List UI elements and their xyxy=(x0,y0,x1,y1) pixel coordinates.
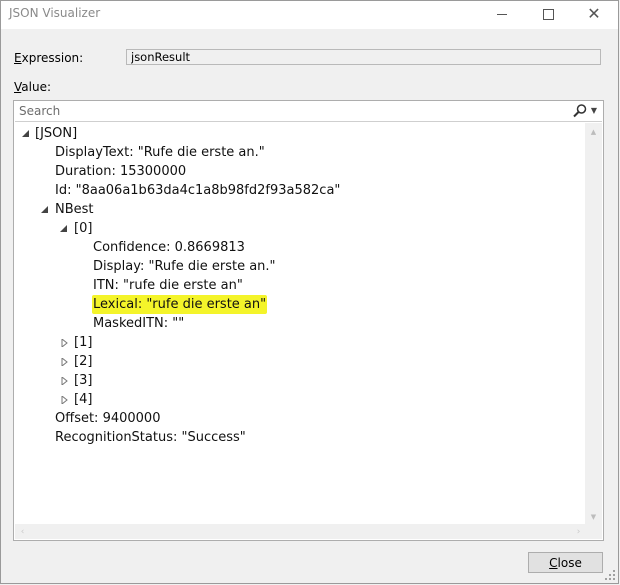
close-icon: ✕ xyxy=(587,4,601,23)
scroll-right-icon[interactable]: › xyxy=(571,524,586,539)
expression-label: Expression: xyxy=(14,51,83,65)
search-options-dropdown[interactable]: ▼ xyxy=(589,105,599,117)
expression-field[interactable] xyxy=(126,49,601,65)
resize-grip-icon[interactable] xyxy=(605,570,615,580)
close-window-button[interactable]: ✕ xyxy=(572,1,616,27)
vertical-scrollbar[interactable]: ▲ ▼ xyxy=(585,123,602,525)
minimize-button[interactable] xyxy=(480,1,524,27)
tree-node-label: [JSON] xyxy=(35,126,78,141)
scroll-up-icon[interactable]: ▲ xyxy=(585,123,602,140)
tree-node-label: RecognitionStatus: "Success" xyxy=(55,430,246,445)
tree-node-label: Confidence: 0.8669813 xyxy=(93,240,245,255)
tree-node-label: [0] xyxy=(74,221,93,236)
tree-node-label: Duration: 15300000 xyxy=(55,164,187,179)
close-button[interactable]: Close xyxy=(528,552,603,573)
search-button[interactable] xyxy=(572,103,588,119)
maximize-icon xyxy=(542,8,554,20)
expression-label-mnemonic: E xyxy=(14,51,22,65)
window-title: JSON Visualizer xyxy=(9,6,101,20)
scrollbar-corner xyxy=(585,524,602,539)
tree-node-label: ITN: "rufe die erste an" xyxy=(93,278,243,293)
close-button-label: lose xyxy=(557,555,582,570)
expanded-arrow-icon[interactable] xyxy=(41,206,49,214)
tree-node-label: [4] xyxy=(74,392,93,407)
tree-node-label: [2] xyxy=(74,354,93,369)
expanded-arrow-icon[interactable] xyxy=(22,130,30,138)
collapsed-arrow-icon[interactable] xyxy=(61,358,69,366)
expression-label-text: xpression: xyxy=(21,51,84,65)
minimize-icon xyxy=(497,13,507,15)
tree-node-label: Id: "8aa06a1b63da4c1a8b98fd2f93a582ca" xyxy=(55,183,341,198)
collapsed-arrow-icon[interactable] xyxy=(61,377,69,385)
json-visualizer-window: JSON Visualizer ✕ Expression: Value: ▼ xyxy=(0,0,619,584)
title-bar[interactable]: JSON Visualizer ✕ xyxy=(1,1,618,29)
tree-node-label: Offset: 9400000 xyxy=(55,411,161,426)
scroll-down-icon[interactable]: ▼ xyxy=(585,508,602,525)
value-panel: ▼ [JSON] DisplayText: "Rufe die erste an… xyxy=(13,100,604,541)
value-label-text: alue: xyxy=(21,80,51,94)
collapsed-arrow-icon[interactable] xyxy=(61,396,69,404)
collapsed-arrow-icon[interactable] xyxy=(61,339,69,347)
maximize-button[interactable] xyxy=(526,1,570,27)
tree-node-label: MaskedITN: "" xyxy=(93,316,185,331)
close-button-mnemonic: C xyxy=(549,555,558,570)
tree-node-label: NBest xyxy=(55,202,94,217)
horizontal-scrollbar[interactable]: ‹ › xyxy=(15,524,586,539)
value-label: Value: xyxy=(14,80,51,94)
tree-node-label: DisplayText: "Rufe die erste an." xyxy=(55,145,265,160)
search-icon xyxy=(573,104,587,118)
chevron-down-icon: ▼ xyxy=(590,106,598,115)
tree-node-label: Display: "Rufe die erste an." xyxy=(93,259,276,274)
expanded-arrow-icon[interactable] xyxy=(60,225,68,233)
tree-node-label: [3] xyxy=(74,373,93,388)
highlighted-lexical-label: Lexical: "rufe die erste an" xyxy=(92,295,268,314)
search-bar: ▼ xyxy=(15,102,602,122)
search-input[interactable] xyxy=(15,102,565,120)
tree-node-label: [1] xyxy=(74,335,93,350)
scroll-left-icon[interactable]: ‹ xyxy=(15,524,30,539)
json-tree: [JSON] DisplayText: "Rufe die erste an."… xyxy=(14,123,586,527)
